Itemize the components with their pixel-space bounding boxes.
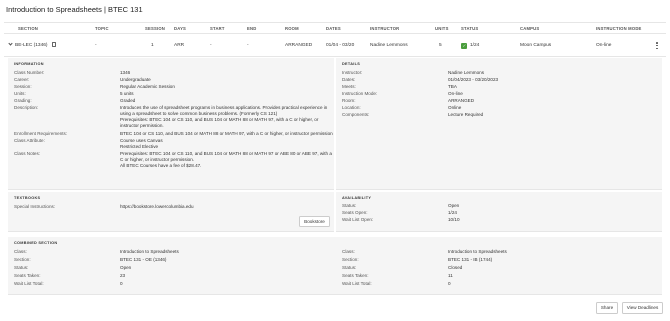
col-dates[interactable]: DATES bbox=[326, 23, 341, 35]
col-topic[interactable]: TOPIC bbox=[95, 23, 109, 35]
information-title: INFORMATION bbox=[14, 62, 44, 66]
open-status-icon: ✓ bbox=[461, 43, 467, 49]
chevron-down-icon[interactable] bbox=[8, 41, 13, 46]
topic-cell: - bbox=[95, 43, 97, 48]
col-campus[interactable]: CAMPUS bbox=[520, 23, 539, 35]
section-row[interactable]: BE-LEC (1346) - 1 ARR - - ARRANGED 01/04… bbox=[4, 35, 666, 57]
start-cell: - bbox=[210, 43, 212, 48]
textbooks-title: TEXTBOOKS bbox=[14, 196, 41, 200]
description-label: Description: bbox=[14, 105, 39, 110]
availability-status: Open bbox=[448, 203, 460, 208]
col-instruction-mode[interactable]: INSTRUCTION MODE bbox=[596, 23, 642, 35]
information-panel: INFORMATION Class Number: 1346 Career: U… bbox=[8, 58, 334, 190]
col-units[interactable]: UNITS bbox=[435, 23, 449, 35]
col-start[interactable]: START bbox=[210, 23, 225, 35]
details-title: DETAILS bbox=[342, 62, 361, 66]
col-instructor[interactable]: INSTRUCTOR bbox=[370, 23, 399, 35]
campus-cell: Moon Campus bbox=[520, 43, 552, 48]
status-cell: ✓ 1/24 bbox=[461, 43, 480, 49]
combined-section-title: COMBINED SECTION bbox=[14, 241, 58, 245]
dates-cell: 01/04 - 03/20 bbox=[326, 43, 355, 48]
end-cell: - bbox=[247, 43, 249, 48]
section-cell[interactable]: BE-LEC (1346) bbox=[8, 35, 56, 57]
bookstore-button[interactable]: Bookstore bbox=[299, 216, 330, 227]
availability-title: AVAILABILITY bbox=[342, 196, 372, 200]
combined-section-panel: COMBINED SECTION Class: Introduction to … bbox=[8, 237, 662, 295]
col-days[interactable]: DAYS bbox=[174, 23, 186, 35]
session-cell: 1 bbox=[151, 43, 154, 48]
copy-icon[interactable] bbox=[51, 42, 56, 47]
col-room[interactable]: ROOM bbox=[285, 23, 299, 35]
units-cell: 5 bbox=[439, 43, 442, 48]
table-header: SECTION TOPIC SESSION DAYS START END ROO… bbox=[4, 22, 666, 34]
col-section[interactable]: SECTION bbox=[18, 23, 38, 35]
col-status[interactable]: STATUS bbox=[461, 23, 478, 35]
page-title: Introduction to Spreadsheets | BTEC 131 bbox=[6, 5, 143, 14]
view-deadlines-button[interactable]: View Deadlines bbox=[622, 302, 663, 314]
room-cell: ARRANGED bbox=[285, 43, 313, 48]
availability-panel: AVAILABILITY Status: Open Seats Open: 1/… bbox=[336, 192, 662, 232]
textbooks-panel: TEXTBOOKS Special Instructions: https://… bbox=[8, 192, 334, 232]
details-panel: DETAILS Instructor: Nadine Lemmons Dates… bbox=[336, 58, 662, 190]
share-button[interactable]: Share bbox=[596, 302, 618, 314]
instructor-cell: Nadine Lemmons bbox=[370, 43, 408, 48]
bookstore-link[interactable]: https://bookstore.lowercolumbia.edu bbox=[120, 204, 194, 211]
days-cell: ARR bbox=[174, 43, 185, 48]
mode-cell: On-line bbox=[596, 43, 612, 48]
col-end[interactable]: END bbox=[247, 23, 256, 35]
col-session[interactable]: SESSION bbox=[145, 23, 165, 35]
more-options-icon[interactable] bbox=[656, 42, 658, 50]
